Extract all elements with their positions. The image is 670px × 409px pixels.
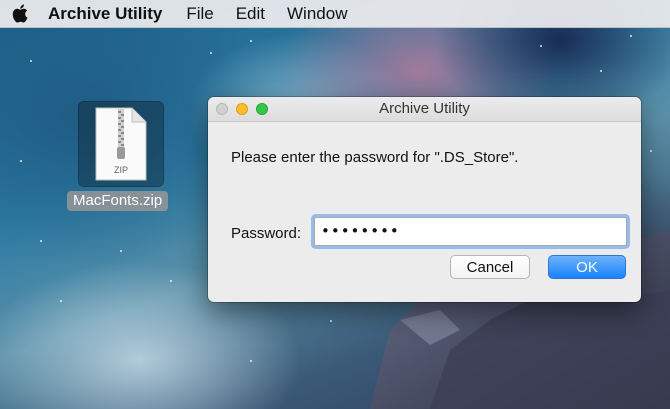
star xyxy=(60,300,62,302)
star xyxy=(30,60,32,62)
star xyxy=(600,70,602,72)
password-prompt-message: Please enter the password for ".DS_Store… xyxy=(231,149,519,166)
menu-edit[interactable]: Edit xyxy=(236,4,265,24)
dialog-title: Archive Utility xyxy=(379,100,470,117)
cancel-button[interactable]: Cancel xyxy=(450,255,530,279)
zip-file-icon[interactable]: ZIP xyxy=(78,101,164,187)
ok-button[interactable]: OK xyxy=(548,255,626,279)
password-field[interactable]: •••••••• xyxy=(314,217,627,246)
star xyxy=(250,40,252,42)
star xyxy=(650,150,652,152)
zip-file-type-label: ZIP xyxy=(114,165,128,175)
star xyxy=(330,320,332,322)
star xyxy=(20,160,22,162)
star xyxy=(120,250,122,252)
star xyxy=(40,240,42,242)
password-dialog: Archive Utility Please enter the passwor… xyxy=(208,97,641,302)
menu-window[interactable]: Window xyxy=(287,4,347,24)
password-label: Password: xyxy=(231,225,302,242)
star xyxy=(170,280,172,282)
apple-logo-icon[interactable] xyxy=(10,3,30,25)
star xyxy=(210,52,212,54)
menu-bar: Archive Utility File Edit Window xyxy=(0,0,670,28)
menu-file[interactable]: File xyxy=(186,4,213,24)
star xyxy=(630,35,632,37)
file-name-label[interactable]: MacFonts.zip xyxy=(67,191,169,211)
star xyxy=(250,360,252,362)
star xyxy=(540,45,542,47)
app-menu-archive-utility[interactable]: Archive Utility xyxy=(48,4,162,24)
dialog-titlebar[interactable]: Archive Utility xyxy=(208,97,641,122)
